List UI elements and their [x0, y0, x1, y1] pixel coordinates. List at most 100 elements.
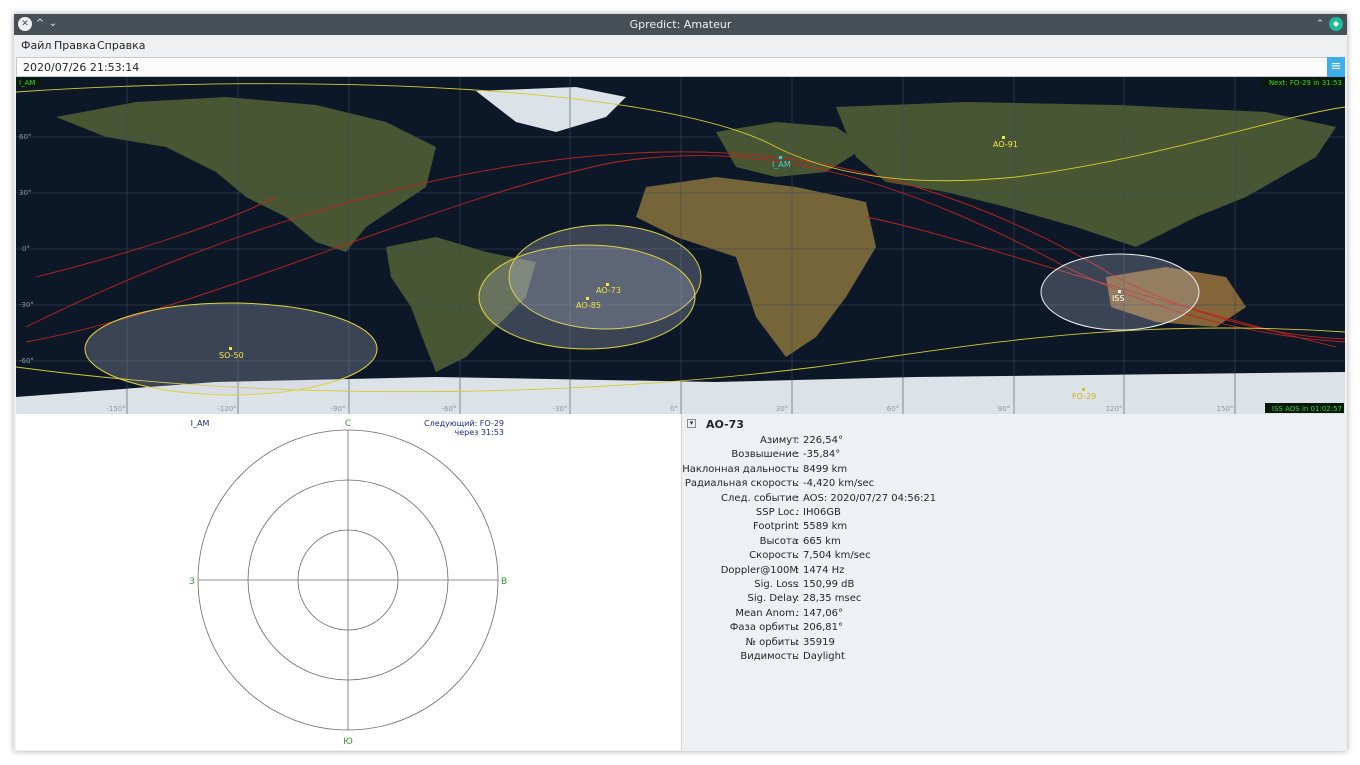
- info-separator: :: [796, 507, 800, 518]
- lon-label: 30°: [776, 405, 788, 413]
- polar-east-label: В: [501, 577, 507, 587]
- info-separator: :: [796, 607, 800, 619]
- module-menu-button[interactable]: ≡: [1327, 57, 1345, 77]
- qth-corner-label: I_AM: [19, 79, 35, 87]
- sat-marker-fo29[interactable]: [1082, 388, 1085, 391]
- info-separator: :: [796, 593, 800, 605]
- info-row: № орбиты:35919: [682, 637, 1182, 651]
- info-value: 35919: [803, 636, 835, 648]
- lat-label: -60°: [19, 357, 34, 365]
- keep-above-icon[interactable]: ⌃: [1313, 17, 1327, 31]
- info-separator: :: [796, 550, 800, 562]
- info-separator: :: [796, 492, 800, 504]
- menu-file[interactable]: Файл: [21, 39, 51, 52]
- info-label: Mean Anom.: [735, 607, 798, 619]
- info-value: -4,420 km/sec: [803, 478, 875, 490]
- info-value: 7,504 km/sec: [803, 550, 871, 562]
- lat-label: 60°: [19, 133, 31, 141]
- polar-canvas: I_AM Следующий: FO-29 через 31:53 С Ю З …: [189, 419, 507, 747]
- polar-view[interactable]: I_AM Следующий: FO-29 через 31:53 С Ю З …: [16, 414, 681, 750]
- info-label: Азимут: [760, 435, 798, 446]
- lon-label: 120°: [1106, 405, 1123, 413]
- lon-label: 90°: [998, 405, 1010, 413]
- info-label: Высота: [759, 535, 798, 547]
- sat-marker-ao91[interactable]: [1002, 136, 1005, 139]
- qth-marker[interactable]: [779, 156, 782, 159]
- title-bar: ✕ ^ ⌄ Gpredict: Amateur ⌃ ◆: [14, 14, 1347, 35]
- info-value: 206,81°: [803, 622, 843, 634]
- info-label: Footprint: [752, 521, 798, 533]
- app-window: ✕ ^ ⌄ Gpredict: Amateur ⌃ ◆ Файл Правка …: [14, 14, 1347, 751]
- lat-label: -30°: [19, 301, 34, 309]
- info-separator: :: [796, 564, 800, 576]
- current-datetime: 2020/07/26 21:53:14: [23, 61, 140, 74]
- info-value: Daylight: [803, 651, 845, 662]
- menu-help[interactable]: Справка: [97, 39, 145, 52]
- menu-edit[interactable]: Правка: [54, 39, 96, 52]
- info-value: 5589 km: [803, 521, 848, 533]
- info-separator: :: [796, 478, 800, 490]
- sat-label-ao91: AO-91: [993, 140, 1018, 149]
- info-label: Sig. Delay: [747, 593, 798, 605]
- lat-label: 30°: [19, 189, 31, 197]
- info-label: Наклонная дальность: [682, 463, 798, 475]
- info-label: № орбиты: [745, 636, 798, 648]
- polar-north-label: С: [345, 419, 351, 429]
- lon-label: 0°: [670, 405, 678, 413]
- window-title: Gpredict: Amateur: [629, 18, 732, 31]
- info-value: -35,84°: [803, 449, 841, 461]
- sat-marker-iss[interactable]: [1118, 290, 1121, 293]
- info-separator: :: [796, 535, 800, 547]
- info-row: Doppler@100M:1474 Hz: [682, 565, 1182, 579]
- lon-label: -30°: [553, 405, 568, 413]
- info-row: SSP Loc.: IH06GB: [682, 507, 1182, 521]
- info-satellite-name: AO-73: [706, 418, 744, 431]
- qth-map-label: I_AM: [772, 160, 791, 169]
- info-value: 150,99 dB: [803, 579, 855, 590]
- polar-west-label: З: [189, 577, 195, 587]
- info-label: Sig. Loss: [754, 579, 798, 590]
- info-row: Mean Anom.:147,06°: [682, 608, 1182, 622]
- info-separator: :: [796, 622, 800, 634]
- info-row: Возвышение: -35,84°: [682, 449, 1182, 463]
- info-value: 28,35 msec: [803, 593, 862, 605]
- world-map[interactable]: AO-91 I_AM AO-73 AO-85 SO-50 ISS FO-29 6…: [16, 77, 1345, 414]
- lat-label: 0°: [22, 245, 30, 253]
- polar-next-event: Следующий: FO-29: [424, 419, 504, 428]
- app-icon: ◆: [1329, 17, 1343, 31]
- info-row: Наклонная дальность:8499 km: [682, 464, 1182, 478]
- sat-marker-ao85[interactable]: [586, 297, 589, 300]
- info-row: Sig. Loss:150,99 dB: [682, 579, 1182, 593]
- menu-bar: Файл Правка Справка: [14, 35, 1347, 57]
- info-value: 8499 km: [803, 463, 848, 475]
- info-row: Видимость: Daylight: [682, 651, 1182, 665]
- info-separator: :: [796, 651, 800, 662]
- info-label: Doppler@100M: [720, 564, 798, 576]
- info-row: Радиальная скорость: -4,420 km/sec: [682, 478, 1182, 492]
- info-row: Фаза орбиты:206,81°: [682, 622, 1182, 636]
- info-row: Sig. Delay:28,35 msec: [682, 593, 1182, 607]
- info-value: 147,06°: [803, 607, 843, 619]
- info-row: След. событие: AOS: 2020/07/27 04:56:21: [682, 493, 1182, 507]
- info-value: 226,54°: [803, 435, 843, 446]
- map-canvas: AO-91 I_AM AO-73 AO-85 SO-50 ISS FO-29 6…: [16, 77, 1345, 414]
- info-collapse-icon[interactable]: ▾: [687, 419, 696, 428]
- info-separator: :: [796, 521, 800, 533]
- lon-label: -60°: [442, 405, 457, 413]
- lon-label: 60°: [887, 405, 899, 413]
- polar-south-label: Ю: [343, 737, 353, 747]
- sat-label-ao85: AO-85: [576, 301, 601, 310]
- info-row: Скорость:7,504 km/sec: [682, 550, 1182, 564]
- sat-label-fo29: FO-29: [1072, 392, 1096, 401]
- next-event-label: Next: FO-29 in 31:53: [1269, 79, 1342, 87]
- info-separator: :: [796, 579, 800, 590]
- info-separator: :: [796, 449, 800, 461]
- time-display[interactable]: 2020/07/26 21:53:14: [16, 57, 1345, 77]
- satellite-info-panel: ▾ AO-73 Азимут:226,54° Возвышение: -35,84°…: [681, 414, 1345, 750]
- polar-next-time: через 31:53: [455, 428, 505, 437]
- info-label: SSP Loc.: [755, 507, 798, 518]
- sat-marker-so50[interactable]: [229, 347, 232, 350]
- info-row: Footprint:5589 km: [682, 521, 1182, 535]
- info-row: Высота:665 km: [682, 536, 1182, 550]
- info-separator: :: [796, 435, 800, 446]
